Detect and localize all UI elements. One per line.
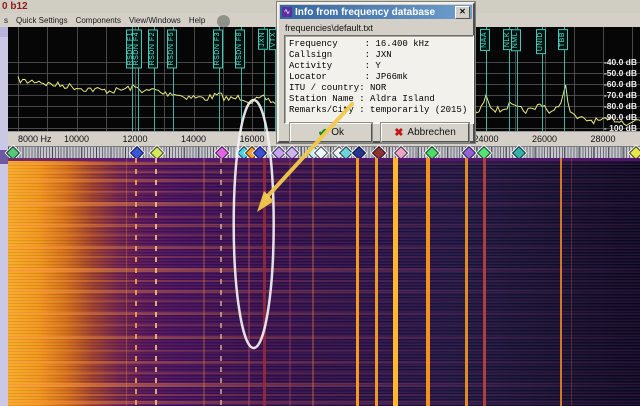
station-label-rsdn-f5[interactable]: RSDN F5 xyxy=(167,29,177,68)
waterfall-band xyxy=(8,361,640,364)
waterfall-band xyxy=(8,171,640,173)
waterfall-signal-stripe xyxy=(312,158,314,406)
station-label-rsdn-f4[interactable]: RSDN F4 xyxy=(132,29,142,68)
waterfall-band xyxy=(8,336,640,339)
station-label-naa[interactable]: NAA xyxy=(480,29,490,51)
waterfall-signal-stripe xyxy=(263,158,266,406)
dialog-icon: ∿ xyxy=(282,7,292,17)
freq-tick-10000: 10000 xyxy=(64,134,89,144)
station-label-rsdn-f8[interactable]: RSDN F8 xyxy=(235,29,245,68)
station-label-unid[interactable]: UNID xyxy=(536,29,546,54)
window-title: 0 b12 xyxy=(2,1,28,12)
waterfall-noise-texture xyxy=(8,158,640,406)
freq-tick-24000: 24000 xyxy=(473,134,498,144)
waterfall-signal-stripe xyxy=(571,158,572,406)
waterfall-signal-stripe xyxy=(560,158,562,406)
waterfall-band xyxy=(8,350,640,352)
station-info-line: Frequency : 16.400 kHz xyxy=(289,39,473,50)
menu-item-components[interactable]: Components xyxy=(72,16,125,25)
waterfall-signal-stripe xyxy=(393,158,398,406)
info-dialog: ∿ Info from frequency database ✕ frequen… xyxy=(277,2,475,143)
dialog-title: Info from frequency database xyxy=(295,7,455,18)
station-label-nml[interactable]: NML xyxy=(511,29,521,51)
database-file-label: frequencies\default.txt xyxy=(285,23,373,33)
freq-tick-26000: 26000 xyxy=(532,134,557,144)
waterfall-signal-stripe xyxy=(356,158,359,406)
cancel-button-label: Abbrechen xyxy=(407,127,455,138)
waterfall-signal-stripe xyxy=(375,158,378,406)
waterfall-band xyxy=(8,290,640,293)
station-info-line: Remarks/City : temporarily (2015) xyxy=(289,105,473,116)
waterfall-band xyxy=(8,312,640,315)
waterfall-band xyxy=(8,280,640,282)
menu-item-help[interactable]: Help xyxy=(185,16,209,25)
freq-tick-14000: 14000 xyxy=(181,134,206,144)
waterfall-band xyxy=(8,162,640,165)
station-info-line: ITU / country: NOR xyxy=(289,83,473,94)
waterfall-band xyxy=(8,268,640,272)
menu-item-s[interactable]: s xyxy=(0,16,12,25)
waterfall-signal-stripe xyxy=(465,158,468,406)
waterfall-signal-stripe xyxy=(155,158,157,406)
station-label-jxn[interactable]: JXN xyxy=(258,29,268,50)
check-icon: ✔ xyxy=(318,126,327,139)
ok-button-label: Ok xyxy=(331,127,344,138)
waterfall-signal-stripe xyxy=(126,158,127,406)
x-icon: ✖ xyxy=(394,126,403,139)
station-label-rsdn-f2[interactable]: RSDN F2 xyxy=(148,29,158,68)
cancel-button[interactable]: ✖ Abbrechen xyxy=(381,123,469,142)
waterfall-signal-stripe xyxy=(203,158,205,406)
close-icon[interactable]: ✕ xyxy=(455,6,470,19)
waterfall-signal-stripe xyxy=(289,158,291,406)
waterfall-newest-row xyxy=(8,158,640,161)
waterfall-band xyxy=(8,216,640,218)
station-info-line: Activity : Y xyxy=(289,61,473,72)
menu-item-view-windows[interactable]: View/Windows xyxy=(125,16,185,25)
waterfall-band xyxy=(8,224,640,227)
waterfall-band xyxy=(8,191,640,193)
waterfall-band xyxy=(8,202,640,206)
waterfall-signal-stripe xyxy=(248,158,250,406)
menu-item-quick-settings[interactable]: Quick Settings xyxy=(12,16,72,25)
waterfall-display[interactable] xyxy=(8,158,640,406)
waterfall-band xyxy=(8,324,640,326)
scrollbar-track-top xyxy=(0,27,8,37)
ok-button[interactable]: ✔ Ok xyxy=(290,123,372,142)
waterfall-signal-stripe xyxy=(426,158,430,406)
station-info-panel: Frequency : 16.400 kHzCallsign : JXNActi… xyxy=(284,35,474,124)
waterfall-band xyxy=(8,394,640,396)
waterfall-band xyxy=(8,179,640,182)
waterfall-signal-stripe xyxy=(483,158,486,406)
station-info-line: Station Name : Aldra Island xyxy=(289,94,473,105)
freq-tick-16000: 16000 xyxy=(239,134,264,144)
waterfall-band xyxy=(8,256,640,258)
waterfall-signal-stripe xyxy=(135,158,137,406)
waterfall-signal-stripe xyxy=(220,158,222,406)
freq-tick-12000: 12000 xyxy=(122,134,147,144)
waterfall-band xyxy=(8,234,640,236)
freq-tick-8000: 8000 Hz xyxy=(18,134,52,144)
waterfall-band xyxy=(8,246,640,249)
station-label-tbb[interactable]: TBB xyxy=(558,29,568,50)
station-info-line: Locator : JP66mk xyxy=(289,72,473,83)
waterfall-band xyxy=(8,401,640,404)
dialog-titlebar[interactable]: ∿ Info from frequency database ✕ xyxy=(280,5,472,19)
station-label-rsdn-f3[interactable]: RSDN F3 xyxy=(213,29,223,68)
freq-tick-28000: 28000 xyxy=(590,134,615,144)
station-info-line: Callsign : JXN xyxy=(289,50,473,61)
waterfall-band xyxy=(8,383,640,387)
waterfall-band xyxy=(8,372,640,374)
waterfall-band xyxy=(8,300,640,302)
